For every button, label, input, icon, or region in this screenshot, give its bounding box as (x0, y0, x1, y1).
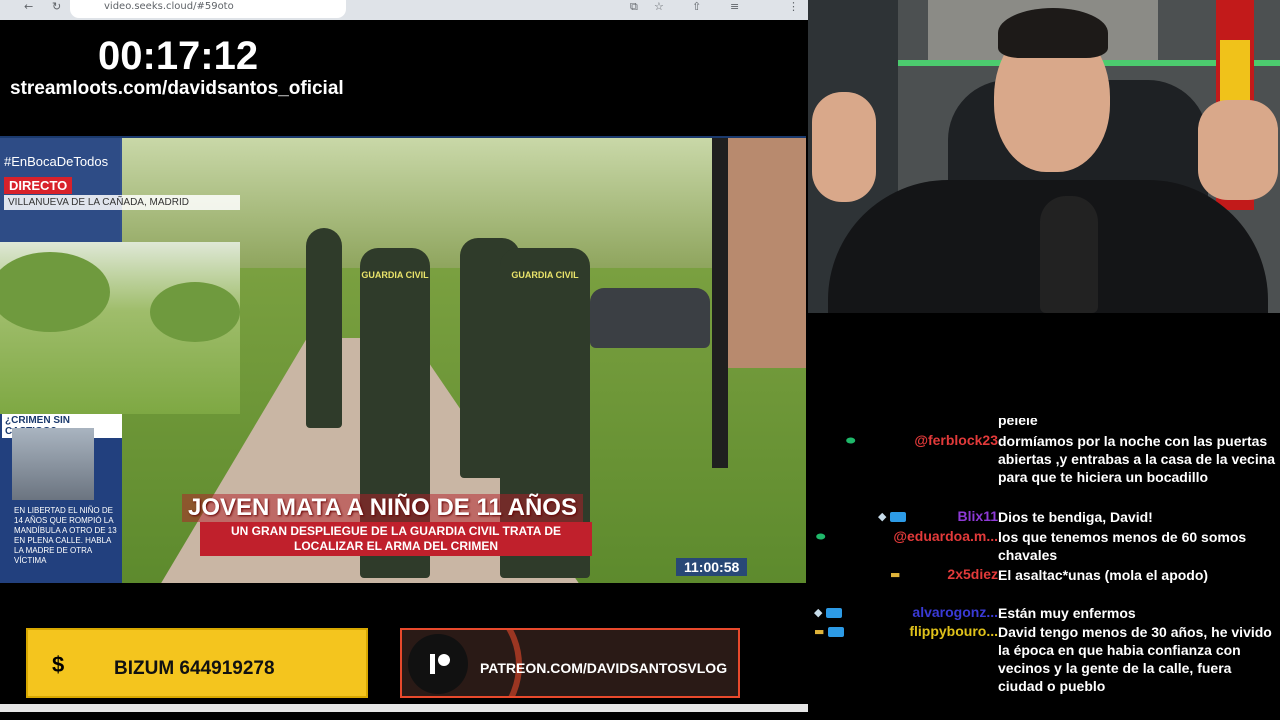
patreon-banner: PATREON.COM/DAVIDSANTOSVLOG (400, 628, 740, 698)
side-news-panel: ¿CRIMEN SIN CASTIGO? EN LIBERTAD EL NIÑO… (0, 414, 122, 583)
patreon-logo-dot (438, 654, 450, 666)
more-options-icon[interactable]: ⋮ (788, 0, 799, 13)
side-news-thumbnail (12, 428, 94, 500)
program-hashtag: #EnBocaDeTodos (4, 154, 109, 169)
patreon-url: PATREON.COM/DAVIDSANTOSVLOG (480, 660, 728, 676)
patreon-logo-icon (408, 634, 468, 694)
chat-text: Dios te bendiga, David! (998, 509, 1153, 525)
chat-username[interactable]: @ferblock23 (914, 432, 998, 448)
pip-tree (150, 282, 240, 342)
chat-username[interactable]: flippybouro... (909, 623, 998, 639)
reload-icon[interactable]: ↻ (52, 0, 61, 13)
microphone-icon (1040, 196, 1098, 313)
program-tag: #EnBocaDeTodos DIRECTO VILLANUEVA DE LA … (0, 138, 240, 242)
badge-gold-icon: ▬ (890, 568, 901, 581)
extensions-icon[interactable]: ⇧ (692, 0, 701, 13)
streamloots-link: streamloots.com/davidsantos_oficial (10, 78, 344, 99)
news-subheadline: UN GRAN DESPLIEGUE DE LA GUARDIA CIVIL T… (200, 522, 592, 556)
badge-green-icon: ⬬ (846, 434, 856, 447)
patreon-logo-bar (430, 654, 435, 674)
tv-video-frame: GUARDIA CIVIL GUARDIA CIVIL #EnBocaDeTod… (0, 136, 806, 583)
streamer-hair (998, 8, 1108, 58)
chat-username[interactable]: 2x5diez (947, 566, 998, 582)
translate-icon[interactable]: ⧉ (630, 0, 638, 14)
badge-gold-icon: ▬ (814, 625, 844, 638)
news-headline: JOVEN MATA A NIÑO DE 11 AÑOS (182, 494, 583, 522)
side-news-text: EN LIBERTAD EL NIÑO DE 14 AÑOS QUE ROMPI… (14, 506, 117, 565)
scene-car (590, 288, 710, 348)
chat-username[interactable]: alvarogonz... (912, 604, 998, 620)
scene-lamp-post (712, 138, 728, 468)
pip-video (0, 242, 240, 414)
chat-text: David tengo menos de 30 años, he vivido … (998, 624, 1272, 694)
chat-text: Están muy enfermos (998, 605, 1136, 621)
stream-timer: 00:17:12 (98, 34, 259, 78)
badge-diamond-icon: ◆ (878, 510, 906, 523)
chat-text: El asaltac*unas (mola el apodo) (998, 567, 1209, 583)
guard-label: GUARDIA CIVIL (361, 270, 429, 280)
guard-figure (306, 228, 342, 428)
location-label: VILLANUEVA DE LA CAÑADA, MADRID (4, 195, 240, 210)
bizum-banner: $ BIZUM 644919278 (26, 628, 368, 698)
chat-text: dormíamos por la noche con las puertas a… (998, 433, 1276, 485)
chat-username[interactable]: Blix11 (958, 508, 998, 524)
webcam-feed (808, 0, 1280, 313)
pip-tree (0, 252, 110, 332)
bookmark-star-icon[interactable]: ☆ (654, 0, 664, 13)
bizum-number: BIZUM 644919278 (114, 658, 275, 679)
browser-toolbar: ← ↻ video.seeks.cloud/#59oto ⧉ ☆ ⇧ ≡ ⋮ (0, 0, 808, 20)
dollar-icon: $ (52, 652, 65, 677)
horizontal-scrollbar[interactable] (0, 704, 808, 712)
streamer-left-hand (812, 92, 876, 202)
menu-icon[interactable]: ≡ (730, 0, 739, 13)
address-bar-url[interactable]: video.seeks.cloud/#59oto (104, 1, 234, 12)
live-badge: DIRECTO (4, 177, 73, 194)
streamer-right-hand (1198, 100, 1278, 200)
tv-clock: 11:00:58 (676, 558, 748, 576)
guard-label: GUARDIA CIVIL (511, 270, 579, 280)
scene-wall (728, 138, 806, 368)
back-icon[interactable]: ← (24, 0, 33, 13)
chat-text: los que tenemos menos de 60 somos chaval… (998, 529, 1247, 563)
badge-diamond-icon: ◆ (814, 606, 842, 619)
badge-green-icon: ⬬ (816, 530, 826, 543)
chat-username[interactable]: @eduardoa.m... (893, 528, 998, 544)
